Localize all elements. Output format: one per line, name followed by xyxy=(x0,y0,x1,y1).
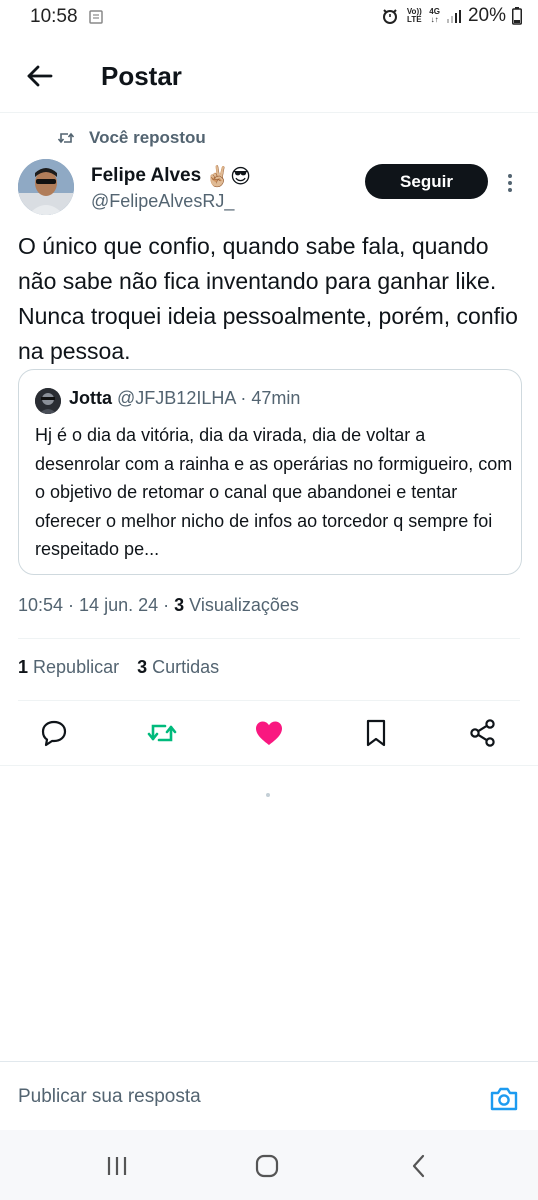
views-count: 3 xyxy=(174,595,185,615)
network-indicator: 4G ↓↑ xyxy=(429,7,440,24)
reply-input[interactable]: Publicar sua resposta xyxy=(18,1086,458,1108)
author-handle[interactable]: @FelipeAlvesRJ_ xyxy=(91,191,234,212)
reposts-stat[interactable]: 1 Republicar xyxy=(18,657,119,678)
divider xyxy=(0,765,538,766)
quote-text: Hj é o dia da vitória, dia da virada, di… xyxy=(35,425,513,559)
timestamp-line: 10:54 · 14 jun. 24 · 3 Visualizações xyxy=(18,595,299,615)
quote-separator: · xyxy=(235,388,252,408)
page-title: Postar xyxy=(101,61,182,91)
quote-header: Jotta @JFJB12ILHA · 47min xyxy=(69,388,300,409)
reposts-label: Republicar xyxy=(33,657,120,677)
divider xyxy=(18,638,520,639)
quote-author-name: Jotta xyxy=(69,388,113,408)
likes-stat[interactable]: 3 Curtidas xyxy=(137,657,219,678)
status-bar: 10:58 Vo)) LTE 4G ↓↑ 20% xyxy=(0,0,538,36)
quoted-post-card[interactable]: Jotta @JFJB12ILHA · 47min Hj é o dia da … xyxy=(18,369,522,575)
quote-age: 47min xyxy=(251,388,301,408)
back-nav-icon[interactable] xyxy=(405,1152,433,1180)
likes-count: 3 xyxy=(137,657,148,677)
stats-line: 1 Republicar 3 Curtidas xyxy=(18,657,219,678)
battery-text: 20% xyxy=(467,5,506,26)
quote-author-handle: @JFJB12ILHA xyxy=(117,388,236,408)
status-time: 10:58 xyxy=(30,6,78,27)
battery-icon xyxy=(512,7,522,25)
share-icon[interactable] xyxy=(467,717,499,749)
recent-apps-icon[interactable] xyxy=(103,1152,131,1180)
system-nav-bar xyxy=(0,1130,538,1200)
alarm-icon xyxy=(383,9,398,24)
notification-icon xyxy=(89,10,103,24)
repost-icon[interactable] xyxy=(146,717,178,749)
repost-context: Você repostou xyxy=(57,128,206,148)
more-vertical-icon[interactable] xyxy=(501,171,519,195)
header-divider xyxy=(0,112,538,113)
likes-label: Curtidas xyxy=(152,657,220,677)
volte-indicator: Vo)) LTE xyxy=(406,7,422,24)
quote-avatar xyxy=(35,388,61,414)
author-emojis: ✌🏼😎 xyxy=(205,164,251,188)
home-icon[interactable] xyxy=(253,1152,281,1180)
reposts-count: 1 xyxy=(18,657,29,677)
repost-label: Você repostou xyxy=(89,128,206,147)
post-text: O único que confio, quando sabe fala, qu… xyxy=(18,233,518,364)
reply-icon[interactable] xyxy=(38,717,70,749)
divider xyxy=(18,700,520,701)
author-avatar[interactable] xyxy=(18,159,74,215)
heart-icon[interactable] xyxy=(253,717,285,749)
views-label: Visualizações xyxy=(189,595,299,615)
post-time: 10:54 xyxy=(18,595,64,615)
post-date: 14 jun. 24 xyxy=(79,595,159,615)
repost-small-icon xyxy=(57,132,75,144)
camera-icon[interactable] xyxy=(488,1083,520,1115)
author-name[interactable]: Felipe Alves xyxy=(91,165,201,187)
reply-divider xyxy=(0,1061,538,1062)
top-bar: Postar xyxy=(0,40,538,112)
follow-button[interactable]: Seguir xyxy=(365,164,488,199)
arrow-left-icon[interactable] xyxy=(22,58,58,94)
signal-icon xyxy=(446,10,461,23)
loading-dot xyxy=(266,793,270,797)
bookmark-icon[interactable] xyxy=(360,717,392,749)
author-name-row[interactable]: Felipe Alves ✌🏼😎 xyxy=(91,164,251,188)
status-right: Vo)) LTE 4G ↓↑ 20% xyxy=(381,5,522,27)
